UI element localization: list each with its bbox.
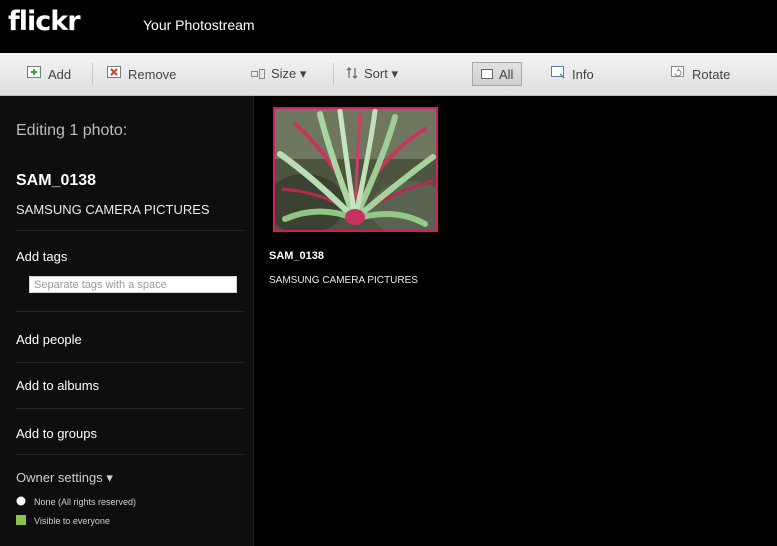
remove-photo-icon: [107, 66, 122, 82]
visibility-label: Visible to everyone: [34, 516, 110, 526]
select-all-button[interactable]: All: [472, 62, 523, 86]
divider: [16, 454, 244, 455]
add-to-groups-link[interactable]: Add to groups: [16, 426, 244, 441]
add-to-albums-link[interactable]: Add to albums: [16, 378, 244, 393]
photo-caption-description: SAMSUNG CAMERA PICTURES: [269, 275, 418, 286]
visibility-icon: [16, 515, 26, 527]
sort-label: Sort ▾: [364, 66, 398, 81]
sort-dropdown[interactable]: Sort ▾: [346, 53, 398, 95]
select-all-icon: [481, 67, 493, 82]
info-icon: [551, 66, 566, 82]
plant-photo: [275, 109, 436, 230]
photo-caption-title: SAM_0138: [269, 250, 325, 262]
rotate-icon: [671, 66, 686, 82]
toolbar: Add Remove Size ▾ Sort ▾ All Info Rotate: [0, 53, 777, 96]
photo-description-field[interactable]: SAMSUNG CAMERA PICTURES: [16, 202, 244, 217]
size-icon: [251, 67, 265, 82]
info-label: Info: [572, 66, 594, 82]
add-button[interactable]: Add: [27, 53, 71, 95]
owner-settings-toggle[interactable]: Owner settings ▾: [16, 470, 244, 486]
edit-sidebar: Editing 1 photo: SAM_0138 SAMSUNG CAMERA…: [0, 96, 254, 546]
toolbar-divider: [92, 63, 93, 85]
divider: [16, 311, 244, 312]
photo-title-field[interactable]: SAM_0138: [16, 172, 244, 190]
sort-icon: [346, 66, 358, 82]
add-label: Add: [48, 66, 72, 82]
tags-input[interactable]: [29, 276, 237, 293]
add-photo-icon: [27, 66, 42, 82]
size-dropdown[interactable]: Size ▾: [251, 53, 306, 95]
top-bar: flickr Your Photostream: [0, 0, 777, 52]
license-label: None (All rights reserved): [34, 497, 137, 507]
size-label: Size ▾: [271, 66, 307, 81]
license-setting[interactable]: None (All rights reserved): [16, 496, 136, 508]
page-title: Your Photostream: [143, 17, 255, 33]
license-icon: [16, 496, 26, 508]
editing-count: Editing 1 photo:: [16, 122, 128, 139]
all-label: All: [499, 66, 514, 82]
info-button[interactable]: Info: [551, 53, 594, 95]
photo-thumbnail[interactable]: [273, 107, 438, 232]
add-people-link[interactable]: Add people: [16, 332, 244, 347]
divider: [16, 408, 244, 409]
visibility-setting[interactable]: Visible to everyone: [16, 515, 110, 527]
rotate-button[interactable]: Rotate: [671, 53, 730, 95]
toolbar-divider: [333, 63, 334, 85]
divider: [16, 230, 244, 231]
divider: [16, 362, 244, 363]
add-tags-label: Add tags: [16, 249, 68, 264]
flickr-logo[interactable]: flickr: [8, 6, 81, 37]
remove-button[interactable]: Remove: [107, 53, 176, 95]
rotate-label: Rotate: [692, 66, 731, 82]
remove-label: Remove: [128, 66, 177, 82]
